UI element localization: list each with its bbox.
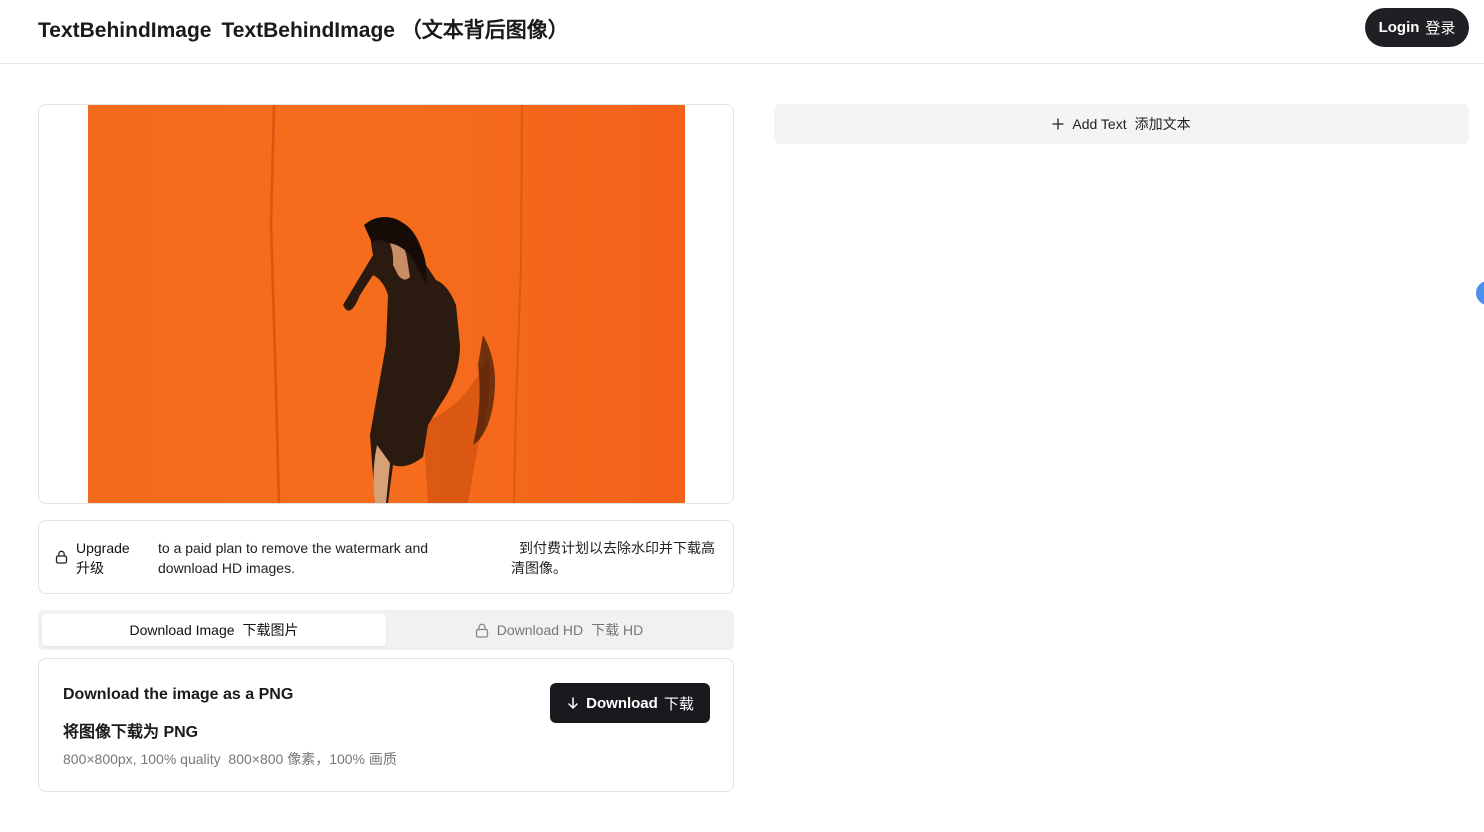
arrow-down-icon	[568, 697, 578, 709]
app-title-en: TextBehindImage	[38, 19, 212, 42]
download-meta: 800×800px, 100% quality 800×800 像素，100% …	[63, 749, 397, 769]
top-bar: TextBehindImage TextBehindImage （文本背后图像） …	[0, 0, 1484, 64]
lock-icon	[55, 550, 68, 564]
upgrade-link-zh[interactable]: 升级	[76, 558, 146, 578]
download-title-zh: 将图像下载为 PNG	[63, 724, 199, 741]
app-title-full: TextBehindImage （文本背后图像）	[221, 19, 569, 42]
add-text-label-zh: 添加文本	[1134, 116, 1191, 132]
tab-download-image-label: Download Image	[129, 622, 235, 638]
download-meta-en: 800×800px, 100% quality	[63, 751, 221, 767]
download-tabs: Download Image 下载图片 Download HD 下载 HD	[38, 610, 734, 650]
add-text-button[interactable]: Add Text 添加文本	[774, 104, 1469, 144]
plus-icon	[1052, 118, 1065, 130]
upgrade-description-zh: 到付费计划以去除水印并下载高清图像。	[511, 540, 715, 576]
lock-icon	[475, 623, 488, 638]
floating-helper-icon[interactable]	[1476, 281, 1484, 305]
tab-download-hd[interactable]: Download HD 下载 HD	[388, 614, 730, 646]
upgrade-link[interactable]: Upgrade	[76, 538, 146, 558]
login-label-zh: 登录	[1425, 20, 1456, 37]
download-button-label-zh: 下载	[663, 695, 694, 713]
login-label: Login	[1378, 19, 1420, 36]
add-text-label: Add Text	[1072, 116, 1127, 132]
tab-download-hd-label: Download HD	[496, 622, 584, 638]
login-button[interactable]: Login 登录	[1365, 8, 1469, 47]
upgrade-description: to a paid plan to remove the watermark a…	[158, 540, 429, 576]
tab-download-hd-label-zh: 下载 HD	[591, 622, 644, 638]
preview-photo	[88, 105, 685, 503]
download-meta-zh: 800×800 像素，100% 画质	[228, 751, 397, 767]
image-preview-card	[38, 104, 734, 504]
tab-download-image[interactable]: Download Image 下载图片	[42, 614, 386, 646]
upgrade-title: Upgrade 升级	[76, 538, 146, 578]
app-title: TextBehindImage TextBehindImage （文本背后图像）	[38, 14, 569, 44]
download-title: Download the image as a PNG	[63, 686, 294, 703]
upgrade-notice: Upgrade 升级 to a paid plan to remove the …	[38, 520, 734, 594]
download-panel: Download the image as a PNG 将图像下载为 PNG 8…	[38, 658, 734, 792]
download-button-label: Download	[586, 694, 658, 712]
tab-download-image-label-zh: 下载图片	[242, 622, 299, 638]
download-button[interactable]: Download 下载	[550, 683, 710, 723]
